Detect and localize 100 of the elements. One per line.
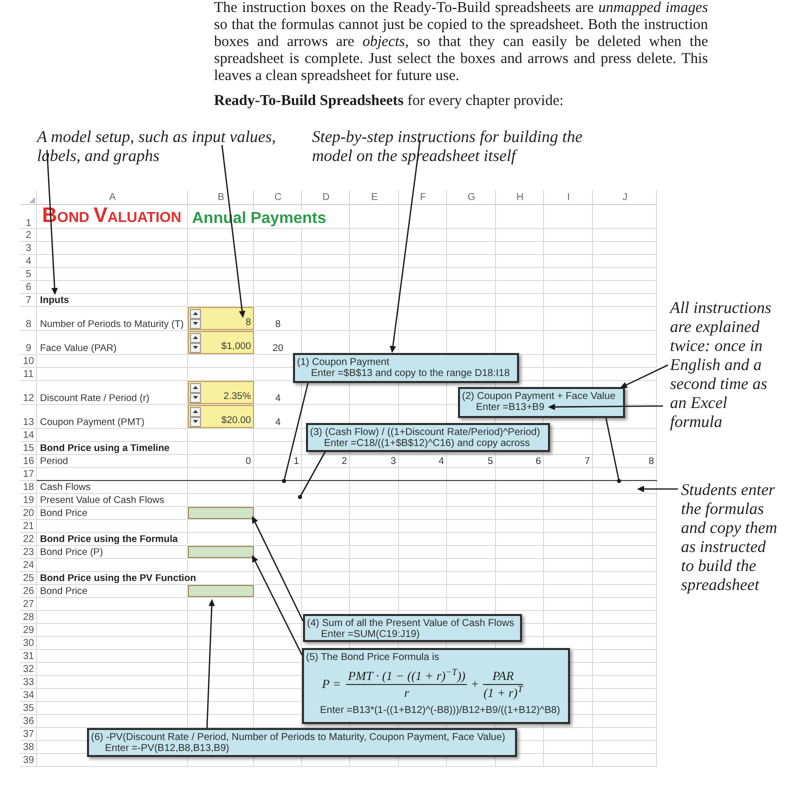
cell-value: 6 [536,456,541,467]
row-number: 39 [22,755,34,766]
down-triangle-icon [193,396,198,399]
row-number: 30 [22,638,34,649]
column-header: G [468,192,476,202]
row-number: 11 [23,369,34,380]
row-number: 4 [26,256,32,267]
instruction-formula: Enter =-PV(B12,B8,B13,B9) [105,743,230,754]
spin-down-button[interactable] [190,342,201,352]
row-number: 26 [22,586,34,597]
cell-value: 8 [648,456,654,467]
instruction-title: (6) -PV(Discount Rate / Period, Number of Periods to Maturity, Coupon Payment, Face Value) [91,732,506,743]
answer-box[interactable] [188,585,254,597]
row-number: 36 [22,716,34,727]
row-number: 24 [22,560,34,571]
row-number: 31 [22,651,34,662]
cell-value: 1 [294,456,299,467]
row-number: 2 [26,230,32,241]
instruction-title: (4) Sum of all the Present Value of Cash Flows [307,618,514,629]
column-header: J [622,192,628,202]
row-label: Number of Periods to Maturity (T) [40,319,184,330]
input-field[interactable]: $20.00 [188,405,254,428]
callout-text: All instructions are explained twice: once in English and a second time as an Excel formula [670,298,772,431]
input-field[interactable]: $1,000 [188,331,254,354]
cell-value: 4 [275,393,281,404]
column-header: C [274,192,282,202]
section-heading: Bond Price using a Timeline [40,443,170,454]
callout-text: Students enter the formulas and copy them as instructed to build the spreadsheet [681,480,778,594]
row-number: 5 [26,269,32,280]
row-number: 15 [22,443,34,454]
up-triangle-icon [193,336,198,339]
row-label: Cash Flows [40,482,91,493]
plus-sign: + [471,677,478,691]
up-triangle-icon [193,312,198,315]
down-triangle-icon [193,322,198,325]
spin-up-button[interactable] [190,332,201,342]
answer-box[interactable] [188,507,254,519]
spin-up-button[interactable] [190,308,201,318]
instruction-title: (1) Coupon Payment [297,357,390,368]
row-label: Discount Rate / Period (r) [40,393,150,404]
row-number: 37 [22,729,34,740]
spin-down-button[interactable] [190,392,201,402]
instruction-formula: Enter =B13*(1-((1+B12)^(-B8)))/B12+B9/((1+B12)^B8) [320,705,560,716]
spin-down-button[interactable] [190,318,201,328]
row-label: Bond Price [40,586,88,597]
answer-box[interactable] [188,546,254,558]
row-number: 10 [22,356,34,367]
row-label: Period [40,456,68,467]
row-number: 9 [26,343,32,354]
column-header: A [109,192,116,202]
row-number: 17 [22,469,34,480]
row-number: 25 [22,573,34,584]
row-number: 23 [22,547,34,558]
spin-down-button[interactable] [190,416,201,426]
row-number: 35 [22,703,34,714]
input-field[interactable]: 2.35% [188,381,254,404]
cell-value: 4 [275,417,281,428]
down-triangle-icon [193,420,198,423]
row-number: 7 [26,295,32,306]
arrow [637,486,678,492]
cell-value: 2 [342,456,347,467]
row-number: 27 [22,599,34,610]
row-number: 22 [22,534,34,545]
fraction-numerator: PAR [491,668,515,684]
instruction-title: (3) (Cash Flow) / ((1+Discount Rate/Period)^Period) [310,427,540,438]
row-number: 21 [22,521,34,532]
body-paragraph: The instruction boxes on the Ready-To-Build spreadsheets are unmapped images so that the formulas cannot just be copied to the spreadsheet. Both the instruction boxes and arrows are objects, so that they can easily be deleted when the spreadsheet is complete. Just select the boxes and arrows and press delete. This leaves a clean spreadsheet for future use. [214,0,708,85]
cell-value: 3 [390,456,396,467]
row-label: Present Value of Cash Flows [40,495,164,506]
row-number: 12 [22,393,34,404]
column-header: D [322,192,330,202]
cell-value: 7 [584,456,590,467]
instruction-formula: Enter =C18/((1+$B$12)^C16) and copy across [324,438,530,449]
cell-value: 5 [488,456,493,467]
row-number: 3 [26,243,32,254]
fraction-numerator: PMT · (1 − ((1 + r)$^{−T}$)) [346,668,466,684]
column-header: F [420,192,426,202]
input-field[interactable]: 8 [188,307,254,330]
row-number: 18 [22,482,34,493]
leader-line [605,418,621,483]
instruction-formula: Enter =$B$13 and copy to the range D18:I18 [311,368,510,379]
row-number: 20 [22,508,34,519]
cell-value: 8 [275,319,281,330]
column-header: B [218,192,224,202]
column-header: I [567,192,570,202]
row-number: 29 [22,625,34,636]
arrow [620,364,668,388]
column-header: H [516,192,524,202]
row-number: 6 [26,282,32,293]
row-label: Bond Price [40,508,88,519]
corner-triangle-icon [29,197,35,203]
spin-up-button[interactable] [190,382,201,392]
spin-up-button[interactable] [190,406,201,416]
column-header: E [371,192,378,202]
row-number: 8 [26,319,32,330]
lead-in-text: Ready-To-Build Spreadsheets for every chapter provide: [214,93,564,110]
instruction-title: (5) The Bond Price Formula is [306,652,440,663]
instruction-formula: Enter =SUM(C19:J19) [321,629,420,640]
row-number: 13 [22,417,34,428]
equation-variable: P = [322,677,341,691]
